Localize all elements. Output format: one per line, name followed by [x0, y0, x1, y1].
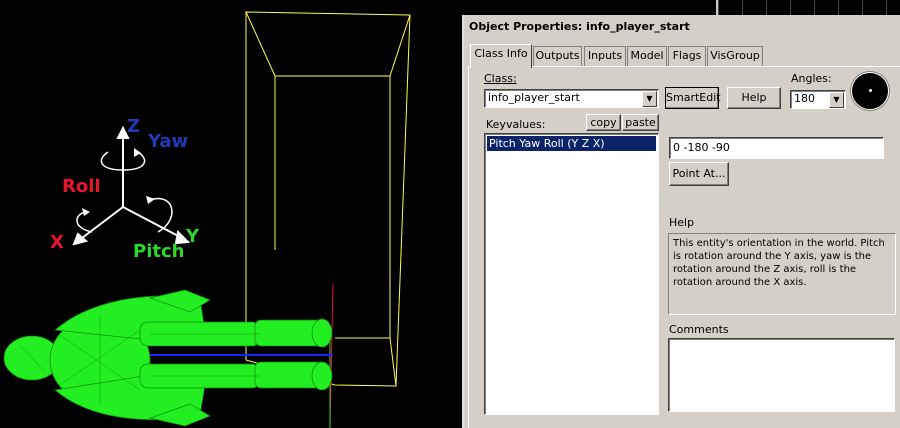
help-button[interactable]: Help	[727, 87, 781, 109]
keyvalues-list[interactable]: Pitch Yaw Roll (Y Z X)	[484, 133, 659, 415]
chevron-down-icon[interactable]: ▼	[829, 92, 844, 108]
angle-dial-marker	[869, 89, 872, 92]
value-field[interactable]: 0 -180 -90	[669, 137, 884, 159]
player-model	[3, 289, 333, 427]
angles-label: Angles:	[791, 72, 832, 85]
tab-inputs[interactable]: Inputs	[584, 46, 626, 66]
tab-visgroup[interactable]: VisGroup	[707, 46, 763, 66]
point-at-button[interactable]: Point At...	[669, 162, 729, 186]
axis-x-label: X	[50, 232, 64, 253]
paste-button[interactable]: paste	[622, 114, 659, 131]
class-dropdown[interactable]: info_player_start ▼	[484, 89, 659, 108]
2d-viewport-edge[interactable]	[716, 0, 900, 15]
keyvalues-label: Keyvalues:	[486, 118, 546, 131]
tab-class-info[interactable]: Class Info	[470, 44, 532, 68]
tab-model[interactable]: Model	[627, 46, 667, 66]
value-text: 0 -180 -90	[673, 141, 730, 154]
comments-label: Comments	[669, 323, 729, 336]
help-section-label: Help	[669, 216, 695, 229]
copy-button[interactable]: copy	[586, 114, 621, 131]
axis-z-label: Z	[127, 116, 141, 137]
roll-label: Roll	[62, 176, 101, 197]
class-value: info_player_start	[488, 91, 580, 104]
angle-dial[interactable]	[851, 72, 889, 110]
angles-dropdown[interactable]: 180 ▼	[790, 90, 846, 109]
axis-y-label: Y	[186, 226, 200, 247]
dialog-title[interactable]: Object Properties: info_player_start	[464, 15, 900, 38]
comments-textarea[interactable]	[668, 338, 895, 412]
pitch-label: Pitch	[133, 241, 185, 262]
class-label: Class:	[484, 72, 517, 85]
chevron-down-icon[interactable]: ▼	[642, 91, 657, 107]
angles-value: 180	[794, 92, 815, 105]
help-text: This entity's orientation in the world. …	[673, 238, 885, 288]
tab-flags[interactable]: Flags	[668, 46, 706, 66]
help-text-box: This entity's orientation in the world. …	[668, 233, 896, 315]
yaw-label: Yaw	[148, 131, 189, 152]
viewport-canvas	[3, 11, 411, 428]
3d-viewport[interactable]: Z Yaw Roll X Pitch Y	[0, 0, 462, 428]
keyvalue-name: Pitch Yaw Roll (Y Z X)	[489, 137, 605, 150]
tab-outputs[interactable]: Outputs	[533, 46, 582, 66]
smartedit-button[interactable]: SmartEdit	[665, 87, 721, 109]
list-item[interactable]: Pitch Yaw Roll (Y Z X)	[487, 136, 656, 151]
